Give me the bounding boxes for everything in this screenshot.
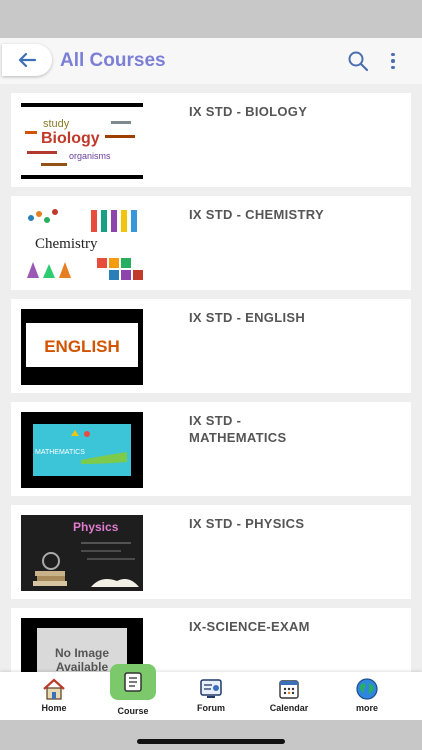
search-button[interactable] (347, 50, 369, 72)
search-icon (348, 51, 369, 72)
back-button[interactable] (2, 44, 52, 76)
nav-label: Course (117, 706, 149, 716)
course-card-physics[interactable]: Physics IX STD - PHYSICS (11, 505, 411, 599)
course-card-mathematics[interactable]: MATHEMATICS IX STD - MATHEMATICS (11, 402, 411, 496)
nav-course[interactable]: Course (98, 672, 168, 720)
page-title: All Courses (60, 50, 166, 71)
nav-more[interactable]: more (332, 672, 402, 720)
course-title: IX-SCIENCE-EXAM (189, 619, 310, 634)
home-icon (43, 678, 65, 700)
home-indicator-area (0, 720, 422, 750)
thumb-word: ENGLISH (44, 337, 120, 356)
globe-icon (356, 678, 378, 700)
course-thumbnail-physics: Physics (21, 515, 143, 591)
forum-icon (200, 679, 222, 698)
thumb-word: Biology (41, 130, 100, 147)
calendar-icon (279, 680, 299, 699)
nav-label: Calendar (269, 703, 309, 713)
course-title: IX STD - ENGLISH (189, 310, 306, 325)
thumb-word: organisms (69, 151, 111, 161)
nav-forum[interactable]: Forum (176, 672, 246, 720)
course-title: IX STD - PHYSICS (189, 516, 305, 531)
course-card-science-exam[interactable]: No Image Available IX-SCIENCE-EXAM (11, 608, 411, 672)
nav-label: more (355, 703, 378, 713)
course-card-biology[interactable]: study Biology organisms IX STD - BIOLOGY (11, 93, 411, 187)
thumb-word: Chemistry (35, 236, 98, 252)
arrow-left-icon (18, 52, 37, 68)
nav-home[interactable]: Home (19, 672, 89, 720)
course-thumbnail-mathematics: MATHEMATICS (21, 412, 143, 488)
thumb-word: Physics (73, 520, 119, 534)
course-card-chemistry[interactable]: Chemistry IX STD - CHEMISTRY (11, 196, 411, 290)
course-thumbnail-chemistry: Chemistry (21, 206, 143, 282)
course-list: study Biology organisms IX STD - BIOLOGY… (0, 84, 422, 672)
status-bar (0, 0, 422, 38)
course-thumbnail-biology: study Biology organisms (21, 103, 143, 179)
more-options-button[interactable] (384, 50, 402, 72)
thumb-word: MATHEMATICS (35, 449, 85, 456)
thumb-word: study (43, 118, 70, 130)
course-thumbnail-english: ENGLISH (21, 309, 143, 385)
nav-calendar[interactable]: Calendar (254, 672, 324, 720)
bottom-navigation: Home Course Forum Calendar more (0, 664, 422, 720)
more-vertical-icon (391, 52, 395, 57)
no-image-text: No Image (54, 646, 109, 660)
nav-label: Forum (197, 703, 225, 713)
home-indicator[interactable] (137, 739, 285, 744)
course-title: IX STD - MATHEMATICS (189, 413, 287, 445)
course-title: IX STD - CHEMISTRY (189, 207, 324, 222)
course-title: IX STD - BIOLOGY (189, 104, 308, 119)
course-card-english[interactable]: ENGLISH IX STD - ENGLISH (11, 299, 411, 393)
nav-label: Home (41, 703, 67, 713)
book-icon (124, 672, 142, 692)
